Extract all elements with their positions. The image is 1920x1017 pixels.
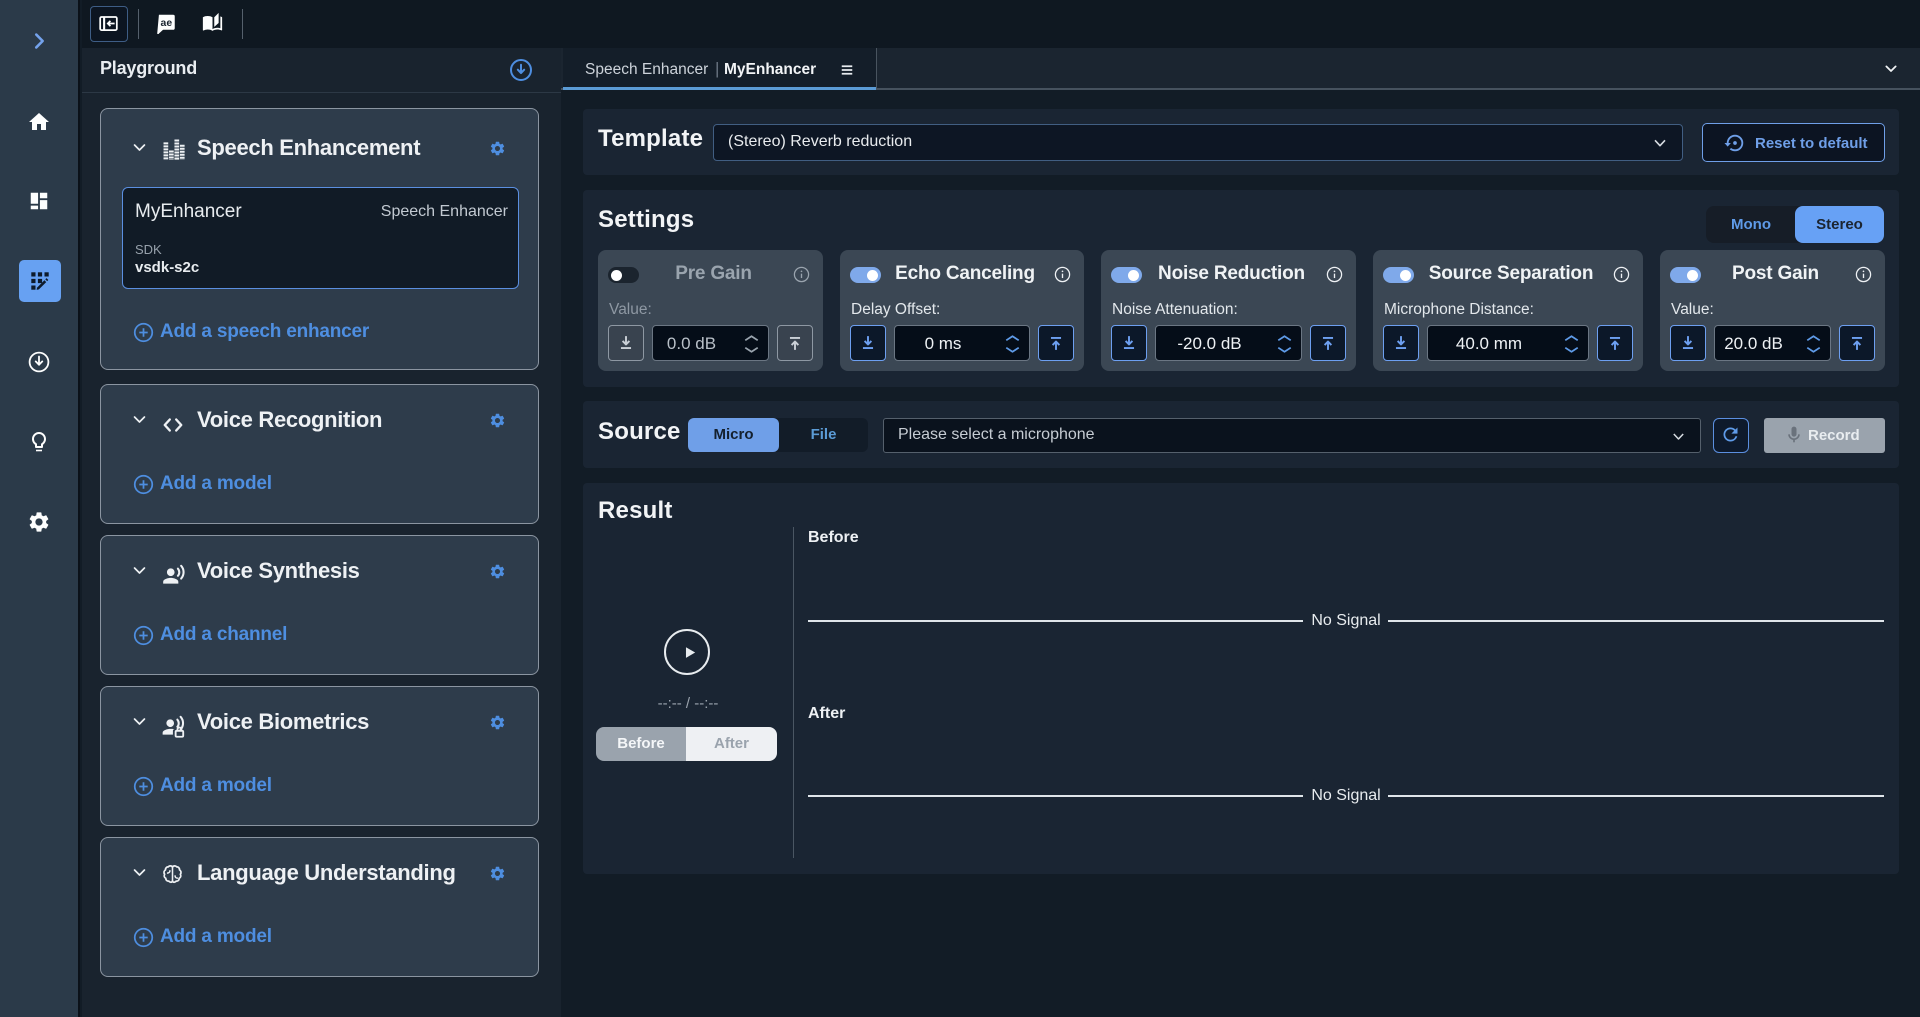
svg-text:ae: ae [161,18,173,29]
